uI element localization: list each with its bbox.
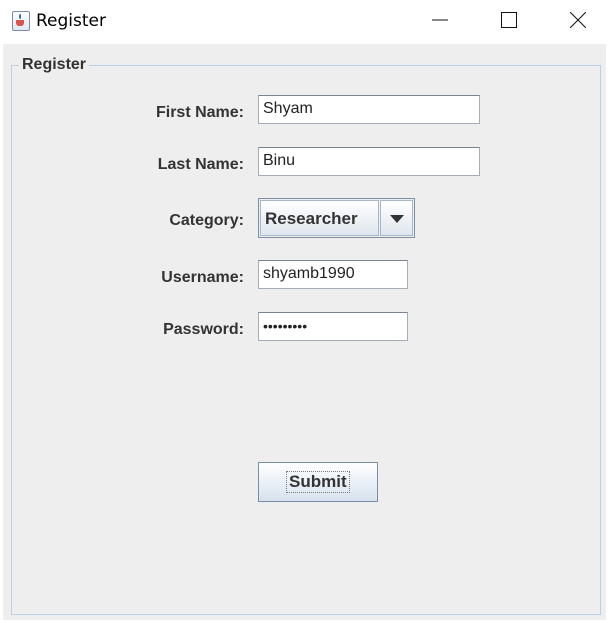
last-name-field[interactable]: Binu (258, 147, 480, 176)
minimize-button[interactable] (417, 0, 463, 40)
category-selected-value: Researcher (260, 200, 379, 236)
maximize-button[interactable] (486, 0, 532, 40)
maximize-icon (501, 12, 517, 28)
last-name-label: Last Name: (157, 156, 244, 173)
group-title: Register (19, 56, 90, 74)
close-button[interactable] (555, 0, 601, 40)
first-name-field[interactable]: Shyam (258, 95, 480, 124)
window-title: Register (36, 11, 106, 31)
minimize-icon (432, 19, 448, 21)
username-label: Username: (161, 269, 244, 286)
category-dropdown[interactable]: Researcher (258, 198, 415, 238)
password-label: Password: (163, 321, 244, 338)
register-panel: Register First Name: Shyam Last Name: Bi… (3, 44, 606, 620)
password-field[interactable]: ••••••••• (258, 312, 408, 341)
username-field[interactable]: shyamb1990 (258, 260, 408, 289)
title-bar: Register (0, 0, 609, 44)
chevron-down-icon (390, 215, 404, 223)
submit-button[interactable]: Submit (258, 462, 378, 502)
category-label: Category: (169, 212, 244, 229)
close-icon (570, 12, 586, 28)
dropdown-arrow-button[interactable] (380, 200, 413, 236)
submit-label: Submit (286, 471, 350, 493)
first-name-label: First Name: (155, 104, 244, 121)
java-cup-icon (12, 11, 30, 31)
